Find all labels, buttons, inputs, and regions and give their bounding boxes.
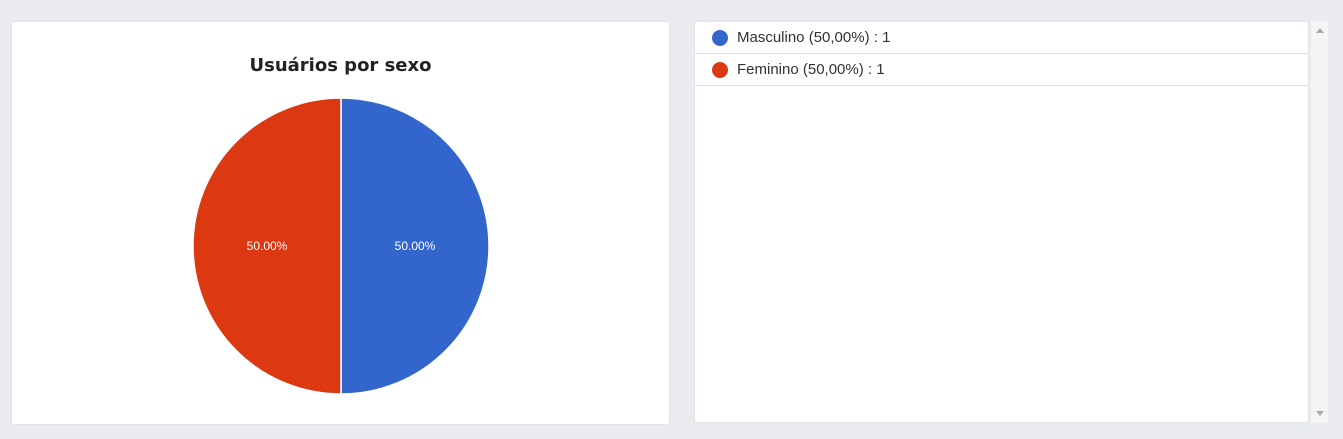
legend-panel: Masculino (50,00%) : 1 Feminino (50,00%)… bbox=[694, 21, 1309, 423]
pie-data-label: 50.00% bbox=[395, 239, 436, 253]
scroll-down-icon[interactable] bbox=[1316, 411, 1324, 416]
legend-dot-icon bbox=[712, 29, 728, 46]
legend-dot-icon bbox=[712, 61, 728, 78]
chart-card: Usuários por sexo 50.00% 50.00% bbox=[11, 21, 670, 425]
scrollbar[interactable] bbox=[1311, 21, 1328, 423]
legend-item-masculino[interactable]: Masculino (50,00%) : 1 bbox=[695, 22, 1308, 54]
scroll-up-icon[interactable] bbox=[1316, 28, 1324, 33]
legend-item-feminino[interactable]: Feminino (50,00%) : 1 bbox=[695, 54, 1308, 86]
legend-label: Feminino (50,00%) : 1 bbox=[737, 61, 885, 78]
pie-data-label: 50.00% bbox=[247, 239, 288, 253]
pie-chart: 50.00% 50.00% bbox=[192, 97, 490, 395]
legend-label: Masculino (50,00%) : 1 bbox=[737, 29, 891, 46]
